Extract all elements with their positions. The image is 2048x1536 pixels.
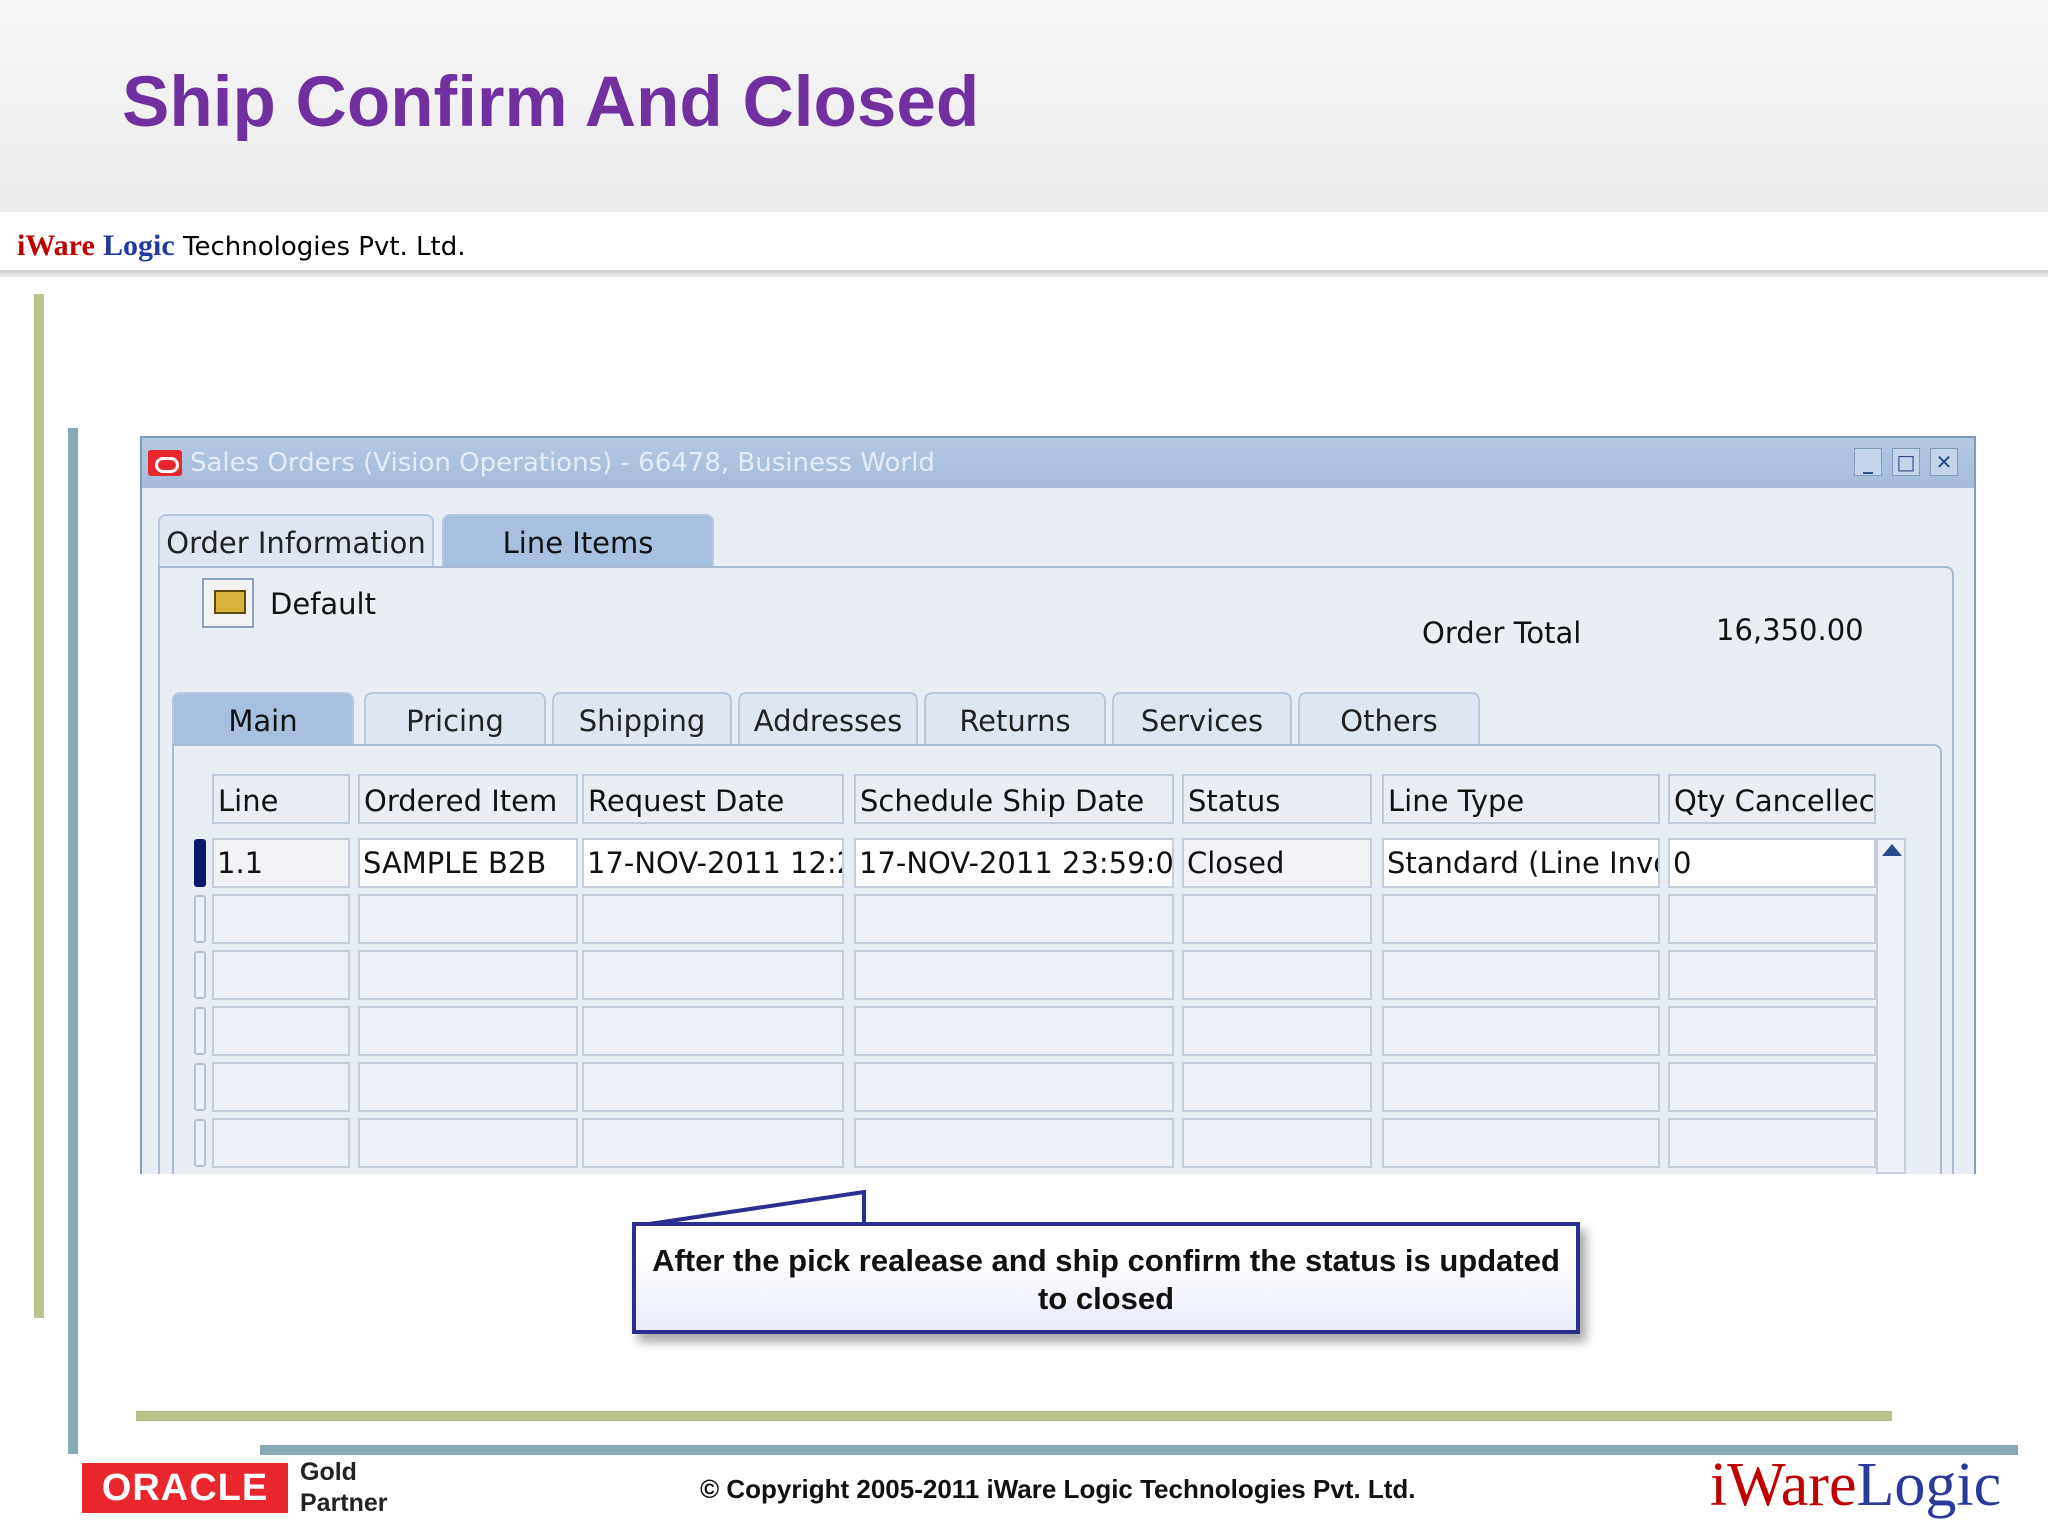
subtab-pricing[interactable]: Pricing bbox=[364, 692, 546, 746]
subtab-main[interactable]: Main bbox=[172, 692, 354, 746]
empty-cell[interactable] bbox=[1182, 894, 1372, 944]
cell-ordered-item[interactable]: SAMPLE B2B bbox=[358, 838, 578, 888]
row-selector-active[interactable] bbox=[194, 839, 206, 887]
empty-cell[interactable] bbox=[358, 894, 578, 944]
callout-box: After the pick realease and ship confirm… bbox=[632, 1222, 1580, 1334]
column-header-line[interactable]: Line bbox=[212, 774, 350, 824]
row-selector[interactable] bbox=[194, 895, 206, 943]
order-total-value: 16,350.00 bbox=[1716, 613, 1864, 647]
window-title: Sales Orders (Vision Operations) - 66478… bbox=[190, 448, 935, 478]
left-olive-bar bbox=[34, 294, 44, 1318]
company-brand-iware: iWare bbox=[17, 229, 95, 262]
empty-cell[interactable] bbox=[1668, 1118, 1876, 1168]
empty-cell[interactable] bbox=[212, 950, 350, 1000]
subtab-services[interactable]: Services bbox=[1112, 692, 1292, 746]
company-rest: Technologies Pvt. Ltd. bbox=[174, 232, 466, 262]
company-name: iWare Logic Technologies Pvt. Ltd. bbox=[17, 229, 466, 263]
empty-cell[interactable] bbox=[1182, 950, 1372, 1000]
empty-cell[interactable] bbox=[1182, 1118, 1372, 1168]
left-teal-bar bbox=[68, 428, 78, 1454]
column-header-request-date[interactable]: Request Date bbox=[582, 774, 844, 824]
empty-cell[interactable] bbox=[212, 1118, 350, 1168]
empty-cell[interactable] bbox=[854, 950, 1174, 1000]
oracle-app-icon bbox=[148, 450, 182, 476]
copyright-text: © Copyright 2005-2011 iWare Logic Techno… bbox=[700, 1474, 1416, 1504]
empty-cell[interactable] bbox=[358, 1118, 578, 1168]
header-divider bbox=[0, 270, 2048, 277]
logo-iware: iWare bbox=[1710, 1451, 1857, 1519]
folder-button[interactable] bbox=[202, 578, 254, 628]
cell-status[interactable]: Closed bbox=[1182, 838, 1372, 888]
tab-line-items[interactable]: Line Items bbox=[442, 514, 714, 568]
empty-cell[interactable] bbox=[1382, 1118, 1660, 1168]
empty-cell[interactable] bbox=[1668, 1006, 1876, 1056]
cell-line[interactable]: 1.1 bbox=[212, 838, 350, 888]
subtab-returns[interactable]: Returns bbox=[924, 692, 1106, 746]
empty-cell[interactable] bbox=[1668, 894, 1876, 944]
empty-cell[interactable] bbox=[854, 1006, 1174, 1056]
column-header-line-type[interactable]: Line Type bbox=[1382, 774, 1660, 824]
row-selector[interactable] bbox=[194, 951, 206, 999]
subtab-others[interactable]: Others bbox=[1298, 692, 1480, 746]
empty-cell[interactable] bbox=[854, 894, 1174, 944]
empty-cell[interactable] bbox=[1382, 1006, 1660, 1056]
empty-cell[interactable] bbox=[212, 894, 350, 944]
empty-cell[interactable] bbox=[854, 1062, 1174, 1112]
sales-orders-window: Sales Orders (Vision Operations) - 66478… bbox=[140, 436, 1976, 1174]
row-selector[interactable] bbox=[194, 1119, 206, 1167]
empty-cell[interactable] bbox=[1668, 950, 1876, 1000]
empty-cell[interactable] bbox=[1382, 950, 1660, 1000]
empty-cell[interactable] bbox=[582, 1006, 844, 1056]
empty-cell[interactable] bbox=[358, 950, 578, 1000]
bottom-olive-bar bbox=[136, 1411, 1892, 1421]
tab-order-information[interactable]: Order Information bbox=[158, 514, 434, 568]
partner-label: Partner bbox=[300, 1489, 388, 1517]
empty-cell[interactable] bbox=[582, 1118, 844, 1168]
cell-request-date[interactable]: 17-NOV-2011 12:2 bbox=[582, 838, 844, 888]
empty-cell[interactable] bbox=[212, 1062, 350, 1112]
column-header-ordered-item[interactable]: Ordered Item bbox=[358, 774, 578, 824]
cell-line-type[interactable]: Standard (Line Invo bbox=[1382, 838, 1660, 888]
empty-cell[interactable] bbox=[212, 1006, 350, 1056]
maximize-icon[interactable]: □ bbox=[1892, 448, 1920, 476]
empty-cell[interactable] bbox=[1382, 1062, 1660, 1112]
cell-qty-cancelled[interactable]: 0 bbox=[1668, 838, 1876, 888]
folder-icon bbox=[214, 590, 246, 614]
empty-cell[interactable] bbox=[582, 1062, 844, 1112]
folder-default-label: Default bbox=[270, 587, 376, 621]
empty-cell[interactable] bbox=[1182, 1006, 1372, 1056]
logo-logic: Logic bbox=[1856, 1451, 2002, 1519]
callout: After the pick realease and ship confirm… bbox=[632, 1190, 1614, 1334]
close-icon[interactable]: ✕ bbox=[1930, 448, 1958, 476]
slide-title: Ship Confirm And Closed bbox=[122, 63, 980, 142]
empty-cell[interactable] bbox=[854, 1118, 1174, 1168]
gold-partner-label: Gold Partner bbox=[300, 1457, 388, 1519]
empty-cell[interactable] bbox=[1182, 1062, 1372, 1112]
callout-text: After the pick realease and ship confirm… bbox=[652, 1243, 1560, 1316]
empty-cell[interactable] bbox=[582, 894, 844, 944]
empty-cell[interactable] bbox=[1382, 894, 1660, 944]
minimize-icon[interactable]: _ bbox=[1854, 448, 1882, 476]
empty-cell[interactable] bbox=[358, 1062, 578, 1112]
empty-cell[interactable] bbox=[582, 950, 844, 1000]
window-titlebar[interactable]: Sales Orders (Vision Operations) - 66478… bbox=[142, 438, 1974, 488]
scroll-up-icon[interactable] bbox=[1882, 844, 1902, 856]
empty-cell[interactable] bbox=[358, 1006, 578, 1056]
order-total-label: Order Total bbox=[1422, 616, 1582, 650]
column-header-qty-cancelled[interactable]: Qty Cancellec bbox=[1668, 774, 1876, 824]
empty-cell[interactable] bbox=[1668, 1062, 1876, 1112]
gold-label: Gold bbox=[300, 1458, 357, 1486]
cell-schedule-ship-date[interactable]: 17-NOV-2011 23:59:00 bbox=[854, 838, 1174, 888]
subtab-addresses[interactable]: Addresses bbox=[738, 692, 918, 746]
vertical-scrollbar[interactable] bbox=[1876, 838, 1906, 1174]
subtab-shipping[interactable]: Shipping bbox=[552, 692, 732, 746]
column-header-status[interactable]: Status bbox=[1182, 774, 1372, 824]
row-selector[interactable] bbox=[194, 1063, 206, 1111]
company-brand-logic: Logic bbox=[103, 229, 175, 262]
oracle-logo: ORACLE bbox=[82, 1463, 288, 1513]
iware-logic-logo: iWareLogic bbox=[1710, 1450, 2001, 1521]
row-selector[interactable] bbox=[194, 1007, 206, 1055]
column-header-schedule-ship-date[interactable]: Schedule Ship Date bbox=[854, 774, 1174, 824]
